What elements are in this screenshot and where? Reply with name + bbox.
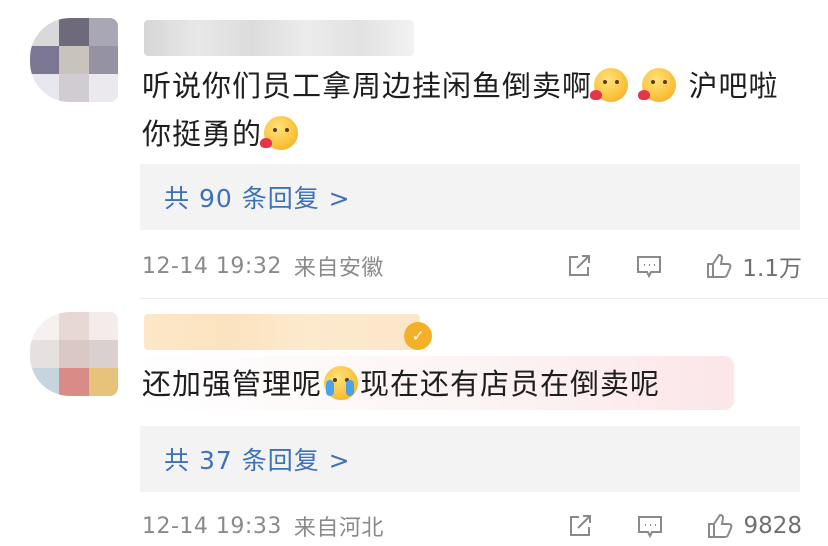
like-count: 9828 — [743, 513, 802, 539]
avatar[interactable] — [30, 18, 118, 102]
comment-text: 还加强管理呢 现在还有店员在倒卖呢 — [142, 366, 661, 401]
replies-box[interactable]: 共 37 条回复 > — [140, 426, 800, 492]
view-replies-link[interactable]: 共 90 条回复 > — [164, 179, 351, 215]
comment-meta: 12-14 19:33 来自河北 9828 — [142, 506, 802, 546]
comment-text: 听说你们员工拿周边挂闲鱼倒卖啊 沪吧啦你挺勇的 — [142, 68, 779, 151]
comment-icon[interactable] — [635, 511, 665, 541]
timestamp: 12-14 19:33 — [142, 513, 282, 539]
username-blurred[interactable] — [144, 314, 420, 350]
like-count: 1.1万 — [742, 256, 802, 282]
like-icon[interactable] — [704, 251, 734, 281]
comment-meta: 12-14 19:32 来自安徽 1.1万 — [142, 246, 802, 286]
kiss-heart-emoji — [260, 116, 299, 150]
comment-actions: 9828 — [525, 506, 802, 546]
location: 来自安徽 — [293, 256, 384, 281]
share-icon[interactable] — [565, 511, 595, 541]
view-replies-link[interactable]: 共 37 条回复 > — [164, 441, 351, 477]
kiss-heart-emoji — [590, 68, 629, 102]
username-blurred[interactable] — [144, 20, 414, 56]
divider — [140, 298, 828, 299]
location: 来自河北 — [293, 516, 384, 541]
comment-item: ✓ 还加强管理呢 现在还有店员在倒卖呢 共 37 条回复 > 12-14 19:3… — [0, 300, 828, 542]
replies-box[interactable]: 共 90 条回复 > — [140, 164, 800, 230]
share-icon[interactable] — [564, 251, 594, 281]
comment-actions: 1.1万 — [524, 246, 802, 286]
like-icon[interactable] — [705, 511, 735, 541]
vip-badge-icon: ✓ — [404, 322, 432, 350]
comment-item: 听说你们员工拿周边挂闲鱼倒卖啊 沪吧啦你挺勇的 共 90 条回复 > 12-14… — [0, 0, 828, 300]
crying-emoji — [324, 366, 359, 400]
kiss-heart-emoji — [638, 68, 677, 102]
avatar[interactable] — [30, 312, 118, 396]
timestamp: 12-14 19:32 — [142, 253, 282, 279]
comment-icon[interactable] — [634, 251, 664, 281]
